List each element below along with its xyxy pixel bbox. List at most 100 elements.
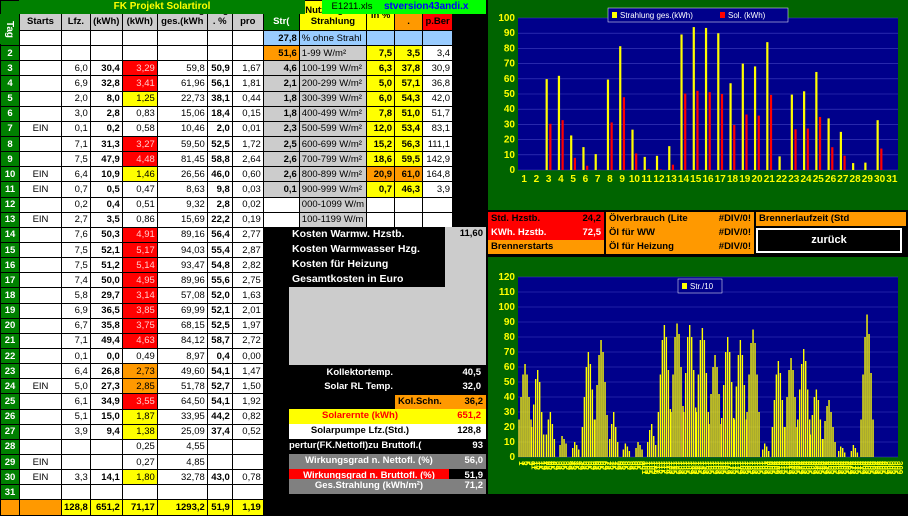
cell-s: 0,4 xyxy=(90,197,122,212)
cell-s: 34,9 xyxy=(90,394,122,409)
bar-str10 xyxy=(851,451,852,457)
bar-strahlung xyxy=(558,76,560,170)
bar-strahlung xyxy=(778,156,780,170)
cell-n: 0,4 xyxy=(207,348,232,363)
bar-str10 xyxy=(704,340,705,457)
cell-sm: 4,48 xyxy=(122,152,157,167)
chart-daily-svg: 0102030405060708090100123456789101112131… xyxy=(488,0,908,210)
cell-k: 1,63 xyxy=(232,288,263,303)
cell-n: 22,2 xyxy=(207,212,232,227)
y-tick-label: 80 xyxy=(504,43,516,54)
bar-str10 xyxy=(627,447,628,458)
bar-str10 xyxy=(772,427,773,457)
row-index: 9 xyxy=(1,152,20,167)
bar-str10 xyxy=(712,367,713,457)
cell-o xyxy=(20,227,62,242)
cell-n: 2,8 xyxy=(207,197,232,212)
cell-l: 5,1 xyxy=(62,409,91,424)
solar-rl-label: Solar RL Temp. xyxy=(300,380,396,394)
bar-str10 xyxy=(541,412,542,457)
cell-sg: 81,45 xyxy=(157,152,207,167)
y-tick-label: 70 xyxy=(504,347,516,358)
total-kwh-pro: 1,19 xyxy=(232,500,263,515)
bar-str10 xyxy=(586,367,587,457)
bar-str10 xyxy=(862,375,863,458)
bar-str10 xyxy=(788,370,789,457)
kollektortemp-value: 40,5 xyxy=(440,366,484,380)
cell-gs: 0,1 xyxy=(263,182,299,197)
tot-o xyxy=(20,500,62,515)
cell-l: 7,4 xyxy=(62,273,91,288)
row-index: 5 xyxy=(1,91,20,106)
cell-gs xyxy=(263,394,299,409)
cell-o xyxy=(20,242,62,257)
back-button[interactable]: zurück xyxy=(756,228,902,253)
cell-n: 44,2 xyxy=(207,409,232,424)
y-tick-label: 10 xyxy=(504,150,516,161)
cell-sm: 5,17 xyxy=(122,242,157,257)
cell-l: 7,1 xyxy=(62,333,91,348)
bar-str10 xyxy=(590,364,591,457)
cell-sm xyxy=(122,46,157,61)
legend-swatch xyxy=(612,12,617,18)
table-row: 13EIN2,73,50,8615,6922,20,19100-1199 W/m xyxy=(1,212,453,227)
bar-str10 xyxy=(693,370,694,457)
cell-kb: 36,8 xyxy=(423,76,453,91)
bar-str10 xyxy=(740,340,741,457)
totals-filler xyxy=(367,500,395,515)
cell-o xyxy=(20,136,62,151)
bar-str10 xyxy=(584,397,585,457)
row-index: 12 xyxy=(1,197,20,212)
bar-str10 xyxy=(617,442,618,457)
bar-str10 xyxy=(738,355,739,457)
cell-n: 38,1 xyxy=(207,91,232,106)
bar-strahlung xyxy=(582,147,584,170)
bar-str10 xyxy=(742,355,743,457)
x-tick-label: 1 xyxy=(521,174,527,185)
cell-l: 3,0 xyxy=(62,106,91,121)
bar-str10 xyxy=(842,448,843,457)
bar-str10 xyxy=(794,397,795,457)
bar-sol xyxy=(819,117,821,170)
cell-o xyxy=(20,106,62,121)
bar-str10 xyxy=(807,390,808,458)
cell-s: 36,5 xyxy=(90,303,122,318)
cell-nz: 57,1 xyxy=(395,76,423,91)
cell-s: 32,8 xyxy=(90,76,122,91)
bar-strahlung xyxy=(631,130,633,170)
bar-str10 xyxy=(718,394,719,457)
cell-n xyxy=(207,485,232,500)
bar-str10 xyxy=(537,370,538,457)
bar-str10 xyxy=(764,444,765,458)
cell-nz xyxy=(395,197,423,212)
cell-s: 51,2 xyxy=(90,258,122,273)
bar-str10 xyxy=(649,430,650,457)
cell-ip: 6,0 xyxy=(367,91,395,106)
y-tick-label: 20 xyxy=(504,135,516,146)
cell-n: 52,0 xyxy=(207,288,232,303)
cell-nu xyxy=(299,394,366,409)
bar-str10 xyxy=(576,445,577,457)
cell-ip xyxy=(367,31,395,46)
bar-str10 xyxy=(609,439,610,457)
cell-s: 47,9 xyxy=(90,152,122,167)
cell-s: 0,2 xyxy=(90,121,122,136)
cell-s xyxy=(90,31,122,46)
bar-sol xyxy=(831,147,833,170)
row-index: 20 xyxy=(1,318,20,333)
total-str-m2: 71,17 xyxy=(122,500,157,515)
total-strahlung: 1293,2 xyxy=(157,500,207,515)
cell-kb xyxy=(423,197,453,212)
x-tick-label: 309 xyxy=(895,461,904,475)
cell-n: 18,4 xyxy=(207,106,232,121)
solar-rl-value: 32,0 xyxy=(440,380,484,394)
y-tick-label: 0 xyxy=(509,165,515,176)
x-tick-label: 20 xyxy=(751,174,763,185)
y-tick-label: 0 xyxy=(509,452,515,463)
cell-k: 1,47 xyxy=(232,364,263,379)
cell-n: 58,7 xyxy=(207,333,232,348)
legend: Str./10 xyxy=(678,279,722,293)
table-row: 256,134,93,5564,5054,11,92 xyxy=(1,394,453,409)
bar-sol xyxy=(562,120,564,170)
bar-str10 xyxy=(838,451,839,457)
